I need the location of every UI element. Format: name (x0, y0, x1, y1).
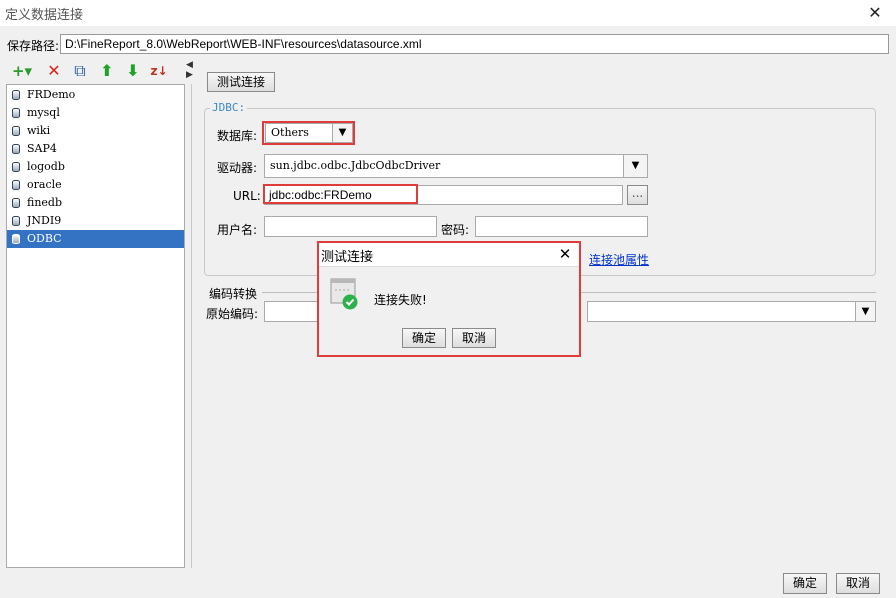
database-icon (12, 126, 20, 136)
test-connection-button[interactable]: 测试连接 (207, 72, 275, 92)
driver-label: 驱动器: (217, 161, 258, 175)
connection-status-icon (330, 278, 358, 310)
jdbc-group-label: JDBC: (210, 101, 248, 114)
window-close-icon[interactable]: ✕ (864, 2, 886, 24)
driver-select[interactable]: sun.jdbc.odbc.JdbcOdbcDriver ▼ (264, 154, 648, 178)
splitter-collapse-icon[interactable]: ◀ ▶ (186, 60, 194, 80)
list-item[interactable]: mysql (7, 104, 184, 122)
username-label: 用户名: (217, 223, 258, 237)
footer-cancel-button[interactable]: 取消 (836, 573, 880, 594)
dialog-close-icon[interactable]: ✕ (555, 244, 575, 264)
footer-ok-button[interactable]: 确定 (783, 573, 827, 594)
original-encoding-label: 原始编码: (206, 307, 259, 321)
database-icon (12, 198, 20, 208)
target-encoding-select[interactable]: ▼ (587, 301, 876, 322)
database-label: 数据库: (217, 129, 258, 143)
list-item[interactable]: finedb (7, 194, 184, 212)
database-icon (12, 144, 20, 154)
chevron-down-icon: ▼ (855, 302, 875, 321)
connection-toolbar: +▾ ✕ ⧉ ⬆ ⬇ z↓ (6, 60, 186, 82)
move-down-icon[interactable]: ⬇ (122, 60, 144, 82)
password-field[interactable] (475, 216, 648, 237)
pool-properties-link[interactable]: 连接池属性 (589, 251, 649, 268)
url-label: URL: (233, 189, 261, 203)
window-title: 定义数据连接 (5, 8, 84, 23)
list-item[interactable]: SAP4 (7, 140, 184, 158)
database-icon (12, 234, 20, 244)
highlight-url (263, 184, 418, 204)
database-icon (12, 162, 20, 172)
highlight-database (262, 121, 355, 145)
move-up-icon[interactable]: ⬆ (96, 60, 118, 82)
sort-icon[interactable]: z↓ (148, 60, 170, 82)
list-item[interactable]: logodb (7, 158, 184, 176)
list-item[interactable]: wiki (7, 122, 184, 140)
database-icon (12, 180, 20, 190)
encoding-section-label: 编码转换 (209, 287, 258, 301)
dialog-title: 测试连接 (321, 250, 374, 265)
dialog-message: 连接失败! (374, 293, 427, 307)
database-icon (12, 216, 20, 226)
panel-divider (191, 84, 192, 568)
dialog-ok-button[interactable]: 确定 (402, 328, 446, 348)
list-item[interactable]: oracle (7, 176, 184, 194)
original-encoding-select[interactable] (264, 301, 324, 322)
test-connection-dialog: 测试连接 ✕ 连接失败! 确定 取消 (317, 241, 581, 357)
connection-list[interactable]: FRDemo mysql wiki SAP4 logodb oracle fin… (6, 84, 185, 568)
save-path-label: 保存路径: (7, 39, 60, 53)
dialog-cancel-button[interactable]: 取消 (452, 328, 496, 348)
chevron-down-icon: ▼ (623, 155, 647, 177)
username-field[interactable] (264, 216, 437, 237)
list-item-selected[interactable]: ODBC (7, 230, 184, 248)
delete-connection-icon[interactable]: ✕ (43, 60, 65, 82)
database-icon (12, 108, 20, 118)
save-path-field[interactable]: D:\FineReport_8.0\WebReport\WEB-INF\reso… (60, 34, 889, 54)
url-browse-button[interactable]: ... (627, 185, 648, 205)
title-bar: 定义数据连接 ✕ (0, 0, 896, 26)
list-item[interactable]: JNDI9 (7, 212, 184, 230)
password-label: 密码: (441, 223, 470, 237)
list-item[interactable]: FRDemo (7, 86, 184, 104)
database-icon (12, 90, 20, 100)
add-connection-icon[interactable]: +▾ (8, 60, 36, 82)
copy-connection-icon[interactable]: ⧉ (69, 60, 91, 82)
dialog-title-bar: 测试连接 ✕ (319, 243, 579, 267)
